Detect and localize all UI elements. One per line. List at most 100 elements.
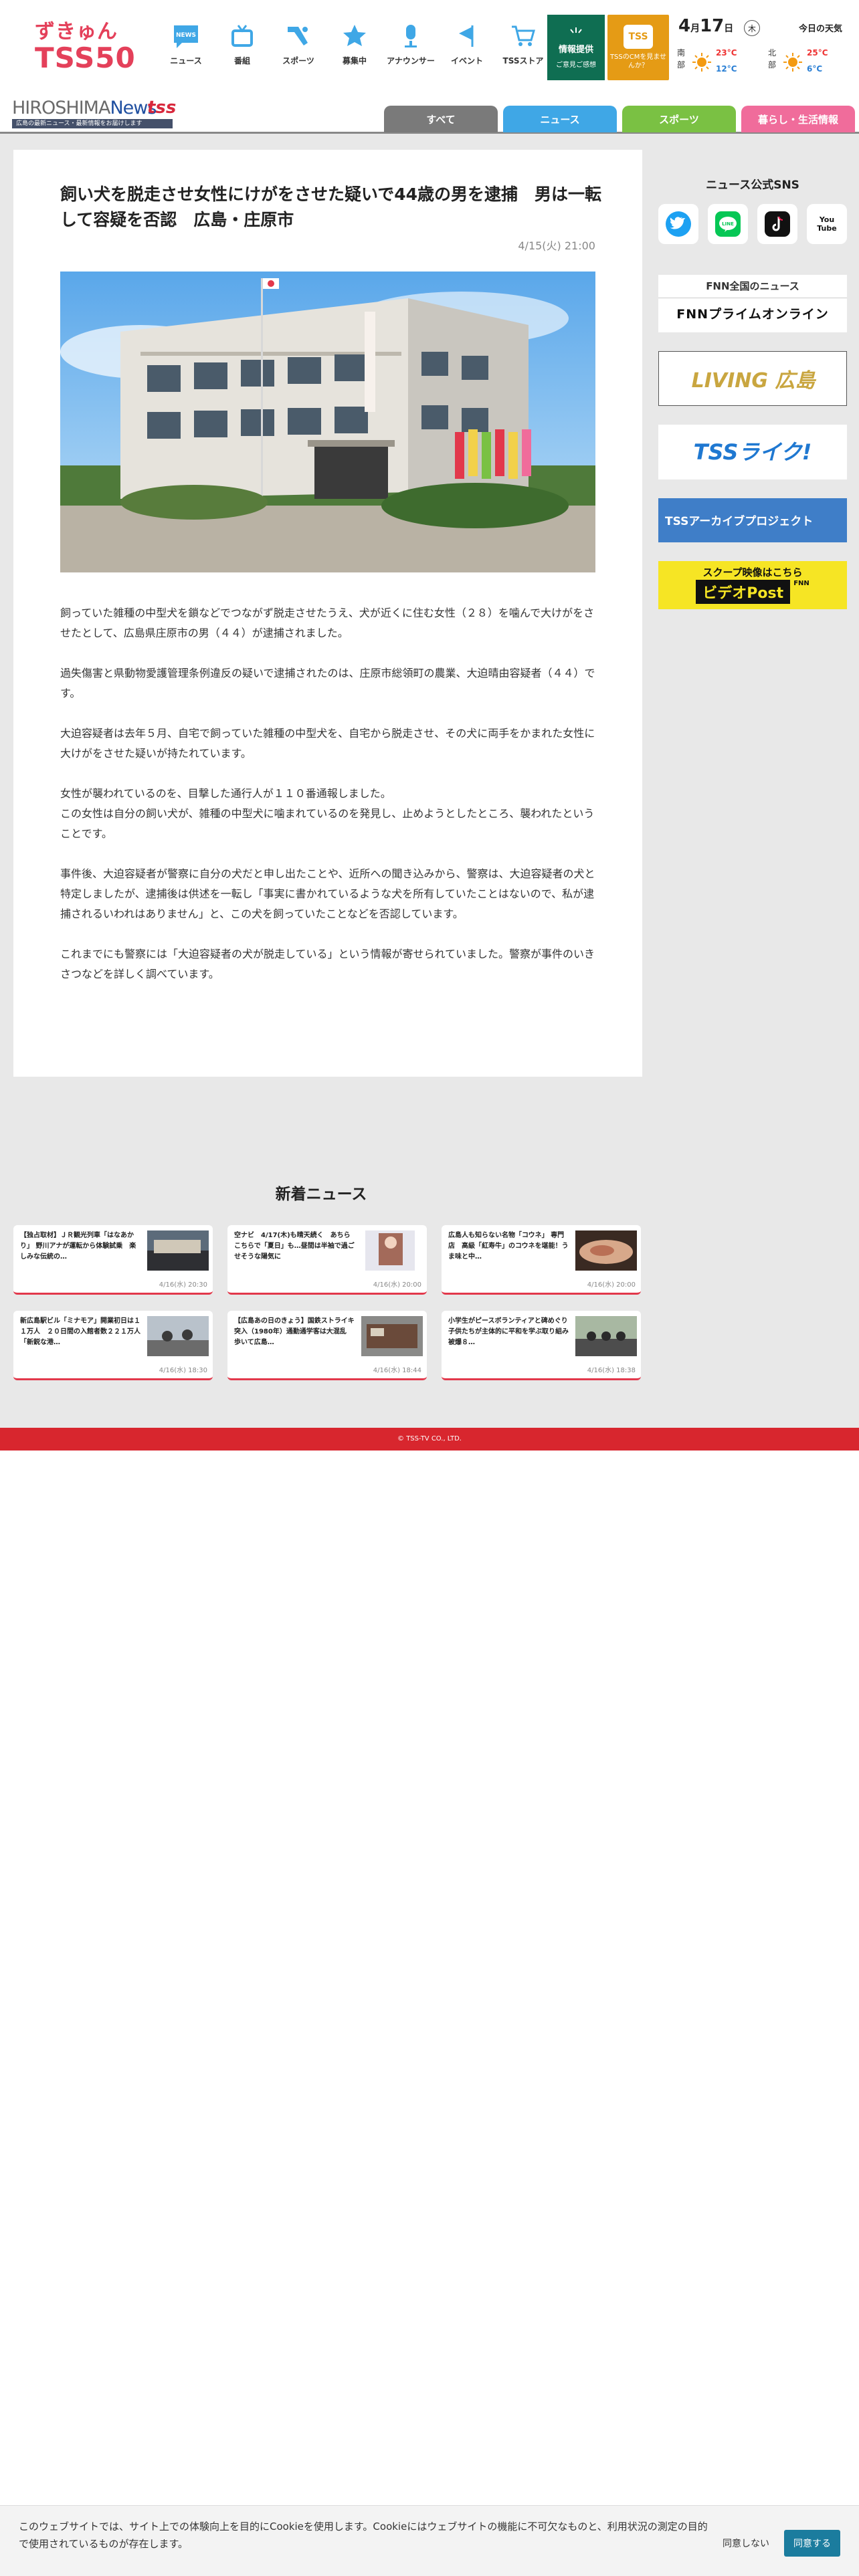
cm-mascot-icon: TSS <box>624 25 653 49</box>
cookie-banner: このウェブサイトでは、サイト上での体験向上を目的にCookieを使用します。Co… <box>0 2505 859 2576</box>
news-card-thumbnail <box>147 1316 209 1356</box>
article-paragraph: 大迫容疑者は去年５月、自宅で飼っていた雑種の中型犬を、自宅から脱走させ、その犬に… <box>60 727 595 760</box>
living-hiroshima-banner[interactable]: LIVING 広島 <box>658 351 847 406</box>
tss-live-banner[interactable]: TSSライク! <box>658 425 847 479</box>
latest-news-title: 新着ニュース <box>275 1186 367 1203</box>
svg-text:LINE: LINE <box>722 221 734 227</box>
category-tabs: すべて ニュース スポーツ 暮らし・生活情報 <box>379 106 855 132</box>
tab-all[interactable]: すべて <box>384 106 498 132</box>
temp-high: 23°C <box>716 48 737 58</box>
news-card-title: 【独占取材】ＪＲ観光列車「はなあかり」 野川アナが運転から体験試乗 楽しみな伝統… <box>20 1232 136 1261</box>
article-paragraph: 事件後、大迫容疑者が警察に自分の犬だと申し出たことや、近所への聞き込みから、警察… <box>60 867 595 920</box>
news-card-title: 新広島駅ビル「ミナモア」開業初日は１１万人 ２０日間の入館者数２２１万人「新鋭な… <box>20 1317 140 1346</box>
video-post-top: スクープ映像はこちら <box>702 566 803 578</box>
living-logo: LIVING 広島 <box>691 369 816 393</box>
news-card[interactable]: 空ナビ 4/17(木)も晴天続く あちらこちらで「夏日」も…昼間は半袖で過ごせそ… <box>227 1225 427 1295</box>
hn-logo-text: HIROSHIMANews <box>12 98 157 118</box>
tss-mini-logo: tss <box>147 98 177 118</box>
news-card-thumbnail <box>575 1316 637 1356</box>
news-card-thumbnail <box>365 1230 415 1271</box>
temp-low: 12°C <box>716 64 737 74</box>
news-card-title: 【広島あの日のきょう】国鉄ストライキ突入（1980年）通勤通学客は大混乱 歩いて… <box>234 1317 355 1346</box>
site-logo[interactable]: ずきゅん TSS50 <box>35 15 142 82</box>
star-icon <box>341 20 368 52</box>
cart-icon <box>510 20 537 52</box>
weather-day-of-week: 木 <box>744 20 760 36</box>
tiktok-icon <box>765 211 790 237</box>
sun-icon <box>783 53 802 72</box>
line-link[interactable]: LINE <box>708 204 748 244</box>
video-post-logo: ビデオPost FNN <box>658 580 847 605</box>
news-card-date: 4/16(水) 18:30 <box>159 1367 207 1374</box>
nav-news[interactable]: NEWS ニュース <box>158 20 214 74</box>
fnn-prime-logo: FNNプライムオンライン <box>676 307 829 322</box>
flag-icon <box>454 20 480 52</box>
nav-label: スポーツ <box>282 56 314 66</box>
nav-sports[interactable]: スポーツ <box>270 20 326 74</box>
tv-icon <box>229 20 256 52</box>
cookie-agree-button[interactable]: 同意する <box>784 2530 840 2557</box>
news-card[interactable]: 広島人も知らない名物「コウネ」 専門店 高級「紅寿牛」のコウネを堪能！うま味と中… <box>442 1225 641 1295</box>
nav-recruiting[interactable]: 募集中 <box>326 20 383 74</box>
weather-today-label: 今日の天気 <box>799 24 843 34</box>
region-name: 北部 <box>768 48 777 70</box>
news-card-date: 4/16(水) 20:00 <box>587 1281 636 1289</box>
tss-archive-banner[interactable]: TSSアーカイブプロジェクト <box>658 498 847 542</box>
news-card-date: 4/16(水) 18:44 <box>373 1367 421 1374</box>
sidebar: ニュース公式SNS LINE You Tube FNN全国のニュース FNNプラ… <box>658 150 847 609</box>
tab-news[interactable]: ニュース <box>503 106 617 132</box>
sns-links: LINE You Tube <box>658 204 847 244</box>
news-card[interactable]: 【独占取材】ＪＲ観光列車「はなあかり」 野川アナが運転から体験試乗 楽しみな伝統… <box>13 1225 213 1295</box>
sns-title: ニュース公式SNS <box>706 179 799 192</box>
article: 飼い犬を脱走させ女性にけがをさせた疑いで44歳の男を逮捕 男は一転して容疑を否認… <box>13 150 642 1077</box>
nav-label: アナウンサー <box>387 56 435 66</box>
article-title: 飼い犬を脱走させ女性にけがをさせた疑いで44歳の男を逮捕 男は一転して容疑を否認… <box>60 185 602 229</box>
article-photo <box>60 272 595 572</box>
nav-announcers[interactable]: アナウンサー <box>383 20 439 74</box>
nav-label: 番組 <box>233 56 250 66</box>
youtube-icon: You Tube <box>817 215 837 233</box>
news-card-date: 4/16(水) 20:00 <box>373 1281 421 1289</box>
fnn-banner[interactable]: FNN全国のニュース FNNプライムオンライン <box>658 275 847 332</box>
news-card-title: 小学生がピースボランティアと碑めぐり 子供たちが主体的に平和を学ぶ取り組み 被爆… <box>448 1317 570 1346</box>
temp-high: 25°C <box>807 48 828 58</box>
temp-low: 6°C <box>807 64 823 74</box>
news-card-date: 4/16(水) 20:30 <box>159 1281 207 1289</box>
tiktok-link[interactable] <box>757 204 797 244</box>
info-button-title: 情報提供 <box>558 45 593 55</box>
news-card[interactable]: 新広島駅ビル「ミナモア」開業初日は１１万人 ２０日間の入館者数２２１万人「新鋭な… <box>13 1311 213 1380</box>
tss-cm-button[interactable]: TSS TSSのCMを見ませんか？ <box>607 15 669 80</box>
weather-widget[interactable]: 4月17日 木 今日の天気 南部 23°C 12°C 北部 25°C 6°C <box>677 16 852 83</box>
nav-store[interactable]: TSSストア <box>495 20 551 74</box>
fnn-banner-title: FNN全国のニュース <box>706 280 799 292</box>
tab-sports[interactable]: スポーツ <box>622 106 736 132</box>
article-body: 飼っていた雑種の中型犬を鎖などでつながず脱走させたうえ、犬が近くに住む女性（２８… <box>60 603 603 1004</box>
nav-programs[interactable]: 番組 <box>214 20 270 74</box>
nav-events[interactable]: イベント <box>439 20 495 74</box>
news-card-thumbnail <box>361 1316 423 1356</box>
news-card[interactable]: 【広島あの日のきょう】国鉄ストライキ突入（1980年）通勤通学客は大混乱 歩いて… <box>227 1311 427 1380</box>
news-card[interactable]: 小学生がピースボランティアと碑めぐり 子供たちが主体的に平和を学ぶ取り組み 被爆… <box>442 1311 641 1380</box>
sun-icon <box>692 53 711 72</box>
svg-text:NEWS: NEWS <box>176 32 196 39</box>
cookie-message: このウェブサイトでは、サイト上での体験向上を目的にCookieを使用します。Co… <box>19 2520 708 2550</box>
line-icon: LINE <box>715 211 741 237</box>
nav-label: イベント <box>450 56 483 66</box>
hiroshima-news-logo[interactable]: HIROSHIMANews tss 広島の最新ニュース・最新情報をお届けします <box>12 96 179 131</box>
region-name: 南部 <box>677 48 686 70</box>
nav-label: TSSストア <box>502 56 544 66</box>
video-post-banner[interactable]: スクープ映像はこちら ビデオPost FNN <box>658 561 847 609</box>
article-paragraph: 飼っていた雑種の中型犬を鎖などでつながず脱走させたうえ、犬が近くに住む女性（２８… <box>60 607 595 639</box>
cookie-deny-button[interactable]: 同意しない <box>716 2530 776 2557</box>
article-paragraph: これまでにも警察には「大迫容疑者の犬が脱走している」という情報が寄せられていまし… <box>60 948 595 980</box>
youtube-link[interactable]: You Tube <box>807 204 847 244</box>
nav-label: 募集中 <box>342 56 367 66</box>
info-submission-button[interactable]: 情報提供 ご意見ご感想 <box>547 15 605 80</box>
news-card-thumbnail <box>147 1230 209 1271</box>
tab-lifestyle[interactable]: 暮らし・生活情報 <box>741 106 855 132</box>
cm-button-text: TSSのCMを見ませんか？ <box>609 53 667 70</box>
twitter-link[interactable] <box>658 204 698 244</box>
site-header: ずきゅん TSS50 NEWS ニュース 番組 スポーツ 募集中 アナウンサー … <box>0 0 859 99</box>
article-paragraph: 過失傷害と県動物愛護管理条例違反の疑いで逮捕されたのは、庄原市総領町の農業、大迫… <box>60 667 595 700</box>
sports-icon <box>285 20 312 52</box>
